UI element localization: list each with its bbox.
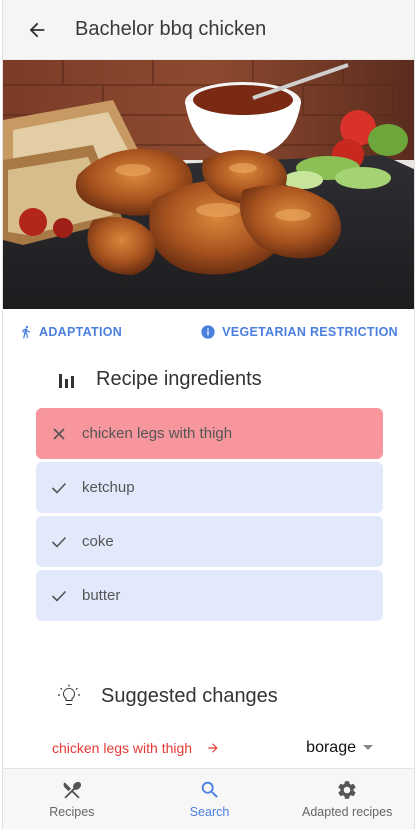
restriction-chip[interactable]: VEGETARIAN RESTRICTION [200,324,398,340]
restriction-label: VEGETARIAN RESTRICTION [222,325,398,339]
info-chips: ADAPTATION VEGETARIAN RESTRICTION [3,318,414,346]
ingredient-list: chicken legs with thigh ketchup coke but… [36,408,383,624]
ingredient-label: butter [82,587,121,604]
info-icon [201,325,215,339]
nav-recipes[interactable]: Recipes [3,769,141,829]
suggestion-row: chicken legs with thigh borage [52,732,382,764]
gear-icon [338,781,356,799]
original-ingredient: chicken legs with thigh [52,740,193,756]
ingredient-item-coke[interactable]: coke [36,516,383,567]
search-icon [201,781,218,798]
page-title: Bachelor bbq chicken [75,18,267,40]
utensils-icon [63,781,81,799]
check-icon [50,533,68,551]
replacement-value: borage [306,739,356,756]
lightbulb-icon [58,684,80,705]
ingredient-label: coke [82,533,114,550]
close-icon [50,425,68,443]
ingredient-item-butter[interactable]: butter [36,570,383,621]
walking-person-icon [22,325,31,339]
ingredients-title: Recipe ingredients [96,368,262,390]
replacement-select[interactable]: borage [306,739,382,757]
suggestions-title: Suggested changes [101,684,278,707]
check-icon [50,587,68,605]
bottom-navigation: Recipes Search Adapted recipes [3,768,414,829]
nav-search-label: Search [189,805,230,819]
arrow-right-icon [206,741,220,755]
nav-search[interactable]: Search [141,769,279,829]
ingredient-label: ketchup [82,479,135,496]
adaptation-label: ADAPTATION [39,325,123,339]
back-button[interactable] [13,6,61,54]
check-icon [50,479,68,497]
nav-adapted-recipes[interactable]: Adapted recipes [278,769,414,829]
ingredient-label: chicken legs with thigh [82,425,233,442]
arrow-back-icon [29,22,45,37]
ingredient-item-ketchup[interactable]: ketchup [36,462,383,513]
nav-adapted-label: Adapted recipes [302,805,393,819]
ingredient-item-chicken[interactable]: chicken legs with thigh [36,408,383,459]
bar-chart-icon [59,373,74,388]
app-bar: Bachelor bbq chicken [3,0,414,60]
adaptation-chip[interactable]: ADAPTATION [19,324,122,340]
suggestions-header: Suggested changes [57,684,278,708]
ingredients-header: Recipe ingredients [57,368,262,391]
dropdown-arrow-icon [363,745,373,750]
app-frame: Bachelor bbq chicken ADAPTATION VEGETARI… [2,0,415,829]
nav-recipes-label: Recipes [49,805,95,819]
recipe-image [3,60,414,309]
